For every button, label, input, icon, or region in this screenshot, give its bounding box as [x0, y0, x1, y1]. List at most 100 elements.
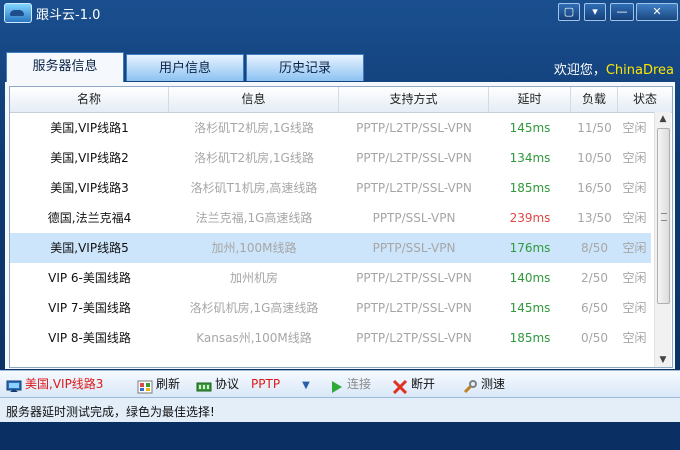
cell-name: 美国,VIP线路3	[50, 181, 129, 195]
cell-status: 空闲	[622, 121, 647, 135]
table-row[interactable]: VIP 7-美国线路 洛杉矶机房,1G高速线路 PPTP/L2TP/SSL-VPN 1…	[10, 293, 651, 323]
scrollbar-grip-icon	[661, 213, 667, 221]
table-row[interactable]: 美国,VIP线路3 洛杉矶T1机房,高速线路 PPTP/L2TP/SSL-VPN 18…	[10, 173, 651, 203]
cell-protocol: PPTP/L2TP/SSL-VPN	[356, 151, 472, 165]
cell-load: 6/50	[581, 301, 608, 315]
table-header: 名称 信息 支持方式 延时 负载 状态	[10, 87, 672, 113]
table-row[interactable]: VIP 6-美国线路 加州机房 PPTP/L2TP/SSL-VPN 140ms 2/50…	[10, 263, 651, 293]
table-row[interactable]: 德国,法兰克福4 法兰克福,1G高速线路 PPTP/SSL-VPN 239ms 13/5…	[10, 203, 651, 233]
tab-user-info[interactable]: 用户信息	[126, 54, 244, 81]
cell-protocol: PPTP/L2TP/SSL-VPN	[356, 121, 472, 135]
disconnect-button[interactable]: 断开	[392, 371, 435, 397]
cell-load: 0/50	[581, 331, 608, 345]
cell-load: 2/50	[581, 271, 608, 285]
tab-server-info[interactable]: 服务器信息	[6, 52, 124, 82]
refresh-label: 刷新	[156, 377, 181, 391]
cell-status: 空闲	[622, 181, 647, 195]
cell-load: 10/50	[577, 151, 612, 165]
table-row[interactable]: 美国,VIP线路5 加州,100M线路 PPTP/SSL-VPN 176ms 8/50 空…	[10, 233, 651, 263]
cell-load: 11/50	[577, 121, 612, 135]
scroll-up-icon[interactable]: ▲	[655, 112, 671, 126]
cell-name: 美国,VIP线路2	[50, 151, 129, 165]
cell-info: 加州,100M线路	[211, 241, 297, 255]
column-latency[interactable]: 延时	[489, 87, 571, 112]
cell-info: 洛杉矶T2机房,1G线路	[194, 121, 314, 135]
cell-name: VIP 7-美国线路	[48, 301, 131, 315]
menu-icon[interactable]: ▾	[584, 3, 606, 21]
cell-name: 美国,VIP线路1	[50, 121, 129, 135]
cell-latency: 239ms	[509, 211, 551, 225]
column-name[interactable]: 名称	[10, 87, 169, 112]
title-bar[interactable]: 跟斗云-1.0 ▢ ▾ — ✕	[0, 0, 680, 24]
cell-load: 16/50	[577, 181, 612, 195]
cell-latency: 140ms	[509, 271, 551, 285]
app-logo-icon	[4, 3, 32, 23]
cell-name: VIP 8-美国线路	[48, 331, 131, 345]
cell-status: 空闲	[622, 331, 647, 345]
cell-name: 德国,法兰克福4	[47, 211, 132, 225]
column-protocol[interactable]: 支持方式	[339, 87, 489, 112]
welcome-text: 欢迎您，	[553, 63, 606, 78]
cell-protocol: PPTP/SSL-VPN	[372, 211, 456, 225]
column-load[interactable]: 负载	[571, 87, 618, 112]
connect-button[interactable]: 连接	[328, 371, 371, 397]
status-text: 服务器延时测试完成，绿色为最佳选择!	[6, 405, 215, 419]
status-bar: 服务器延时测试完成，绿色为最佳选择!	[0, 397, 680, 422]
column-info[interactable]: 信息	[169, 87, 339, 112]
cell-protocol: PPTP/L2TP/SSL-VPN	[356, 331, 472, 345]
window-bottom	[0, 422, 680, 450]
table-row[interactable]: 美国,VIP线路1 洛杉矶T2机房,1G线路 PPTP/L2TP/SSL-VPN 14…	[10, 113, 651, 143]
cell-info: 加州机房	[229, 271, 278, 285]
cell-info: 法兰克福,1G高速线路	[195, 211, 313, 225]
app-window: 跟斗云-1.0 ▢ ▾ — ✕ 服务器信息 用户信息 历史记录 欢迎您，Chin…	[0, 0, 680, 450]
cell-load: 8/50	[581, 241, 608, 255]
cell-status: 空闲	[622, 301, 647, 315]
refresh-button[interactable]: 刷新	[137, 371, 180, 397]
connect-label: 连接	[347, 377, 372, 391]
protocol-label: 协议	[215, 377, 240, 391]
cell-info: 洛杉矶机房,1G高速线路	[189, 301, 319, 315]
cell-load: 13/50	[577, 211, 612, 225]
chevron-down-icon[interactable]: ▼	[302, 380, 310, 391]
cell-status: 空闲	[622, 271, 647, 285]
server-selector[interactable]: 美国,VIP线路3	[6, 371, 103, 397]
cell-latency: 185ms	[509, 181, 551, 195]
cell-latency: 134ms	[509, 151, 551, 165]
scrollbar-thumb[interactable]	[657, 128, 670, 304]
cell-protocol: PPTP/L2TP/SSL-VPN	[356, 271, 472, 285]
vertical-scrollbar[interactable]: ▲ ▼	[654, 112, 671, 367]
speedtest-label: 测速	[481, 377, 506, 391]
table-row[interactable]: VIP 8-美国线路 Kansas州,100M线路 PPTP/L2TP/SSL-VP…	[10, 323, 651, 353]
tab-history[interactable]: 历史记录	[246, 54, 364, 81]
chat-icon[interactable]: ▢	[558, 3, 580, 21]
minimize-icon[interactable]: —	[610, 3, 634, 21]
cell-latency: 185ms	[509, 331, 551, 345]
cell-info: 洛杉矶T1机房,高速线路	[190, 181, 318, 195]
username: ChinaDrea	[605, 63, 674, 78]
cell-status: 空闲	[622, 241, 647, 255]
refresh-icon	[137, 377, 153, 393]
speedtest-button[interactable]: 测速	[462, 371, 505, 397]
cell-status: 空闲	[622, 211, 647, 225]
protocol-value: PPTP	[251, 377, 281, 391]
server-list: 名称 信息 支持方式 延时 负载 状态 美国,VIP线路1 洛杉矶T2机房,1G线…	[9, 86, 673, 368]
cell-name: VIP 6-美国线路	[48, 271, 131, 285]
cell-status: 空闲	[622, 151, 647, 165]
server-icon	[6, 377, 22, 392]
wrench-icon	[462, 377, 478, 393]
close-icon[interactable]: ✕	[636, 3, 678, 21]
close-x-icon	[392, 377, 408, 394]
server-panel: 名称 信息 支持方式 延时 负载 状态 美国,VIP线路1 洛杉矶T2机房,1G线…	[5, 82, 675, 369]
protocol-selector[interactable]: 协议 PPTP ▼	[196, 371, 310, 397]
table-row[interactable]: 美国,VIP线路2 洛杉矶T2机房,1G线路 PPTP/L2TP/SSL-VPN 13…	[10, 143, 651, 173]
bottom-toolbar: 美国,VIP线路3 刷新 协议 PPTP ▼ 连接 断开 测速	[0, 370, 680, 397]
column-status[interactable]: 状态	[618, 87, 672, 112]
scroll-down-icon[interactable]: ▼	[655, 353, 671, 367]
cell-latency: 145ms	[509, 121, 551, 135]
cell-info: Kansas州,100M线路	[196, 331, 312, 345]
selected-server: 美国,VIP线路3	[25, 377, 104, 391]
cell-protocol: PPTP/SSL-VPN	[372, 241, 456, 255]
play-icon	[328, 377, 344, 393]
cell-info: 洛杉矶T2机房,1G线路	[194, 151, 314, 165]
welcome-message: 欢迎您，ChinaDrea	[554, 59, 674, 78]
